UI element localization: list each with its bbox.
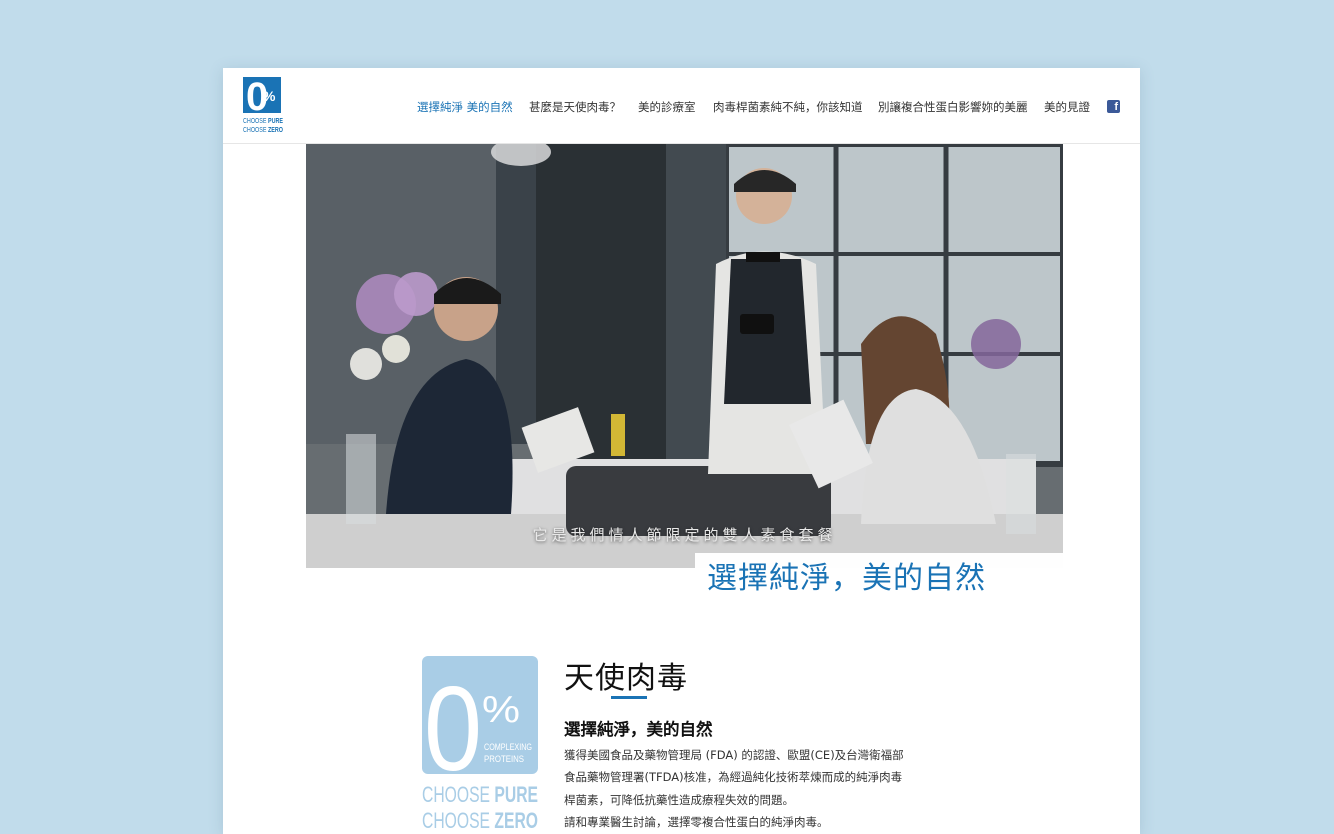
heading-underline: [611, 696, 647, 699]
video-subtitle: 它是我們情人節限定的雙人素食套餐: [532, 526, 837, 544]
nav-item-clinic[interactable]: 美的診療室: [638, 99, 696, 115]
browser-window: 0 % CHOOSE PURE CHOOSE ZERO 選擇純淨 美的自然 甚麼…: [223, 68, 1140, 834]
big-logo-choose-1: CHOOSE: [422, 782, 490, 807]
svg-text:CHOOSE PURE: CHOOSE PURE: [422, 782, 538, 807]
logo-zero-word: ZERO: [268, 127, 283, 134]
nav-item-purity[interactable]: 肉毒桿菌素純不純，你該知道: [713, 99, 863, 115]
big-logo-caption-1: COMPLEXING: [484, 742, 532, 752]
main-nav: 選擇純淨 美的自然 甚麼是天使肉毒？ 美的診療室 肉毒桿菌素純不純，你該知道 別…: [223, 99, 1140, 117]
paragraph-line-4: 請和專業醫生討論，選擇零複合性蛋白的純淨肉毒。: [564, 815, 829, 829]
site-header: 0 % CHOOSE PURE CHOOSE ZERO 選擇純淨 美的自然 甚麼…: [223, 68, 1140, 144]
nav-item-what-is[interactable]: 甚麼是天使肉毒？: [529, 99, 621, 115]
hero-banner: 選擇純淨，美的自然: [695, 553, 1063, 605]
svg-text:CHOOSE ZERO: CHOOSE ZERO: [243, 127, 283, 134]
facebook-icon[interactable]: f: [1107, 100, 1120, 113]
big-logo-pure: PURE: [494, 782, 538, 807]
nav-item-choose-pure[interactable]: 選擇純淨 美的自然: [417, 99, 513, 115]
paragraph-line-2: 食品藥物管理署(TFDA)核准，為經過純化技術萃煉而成的純淨肉毒: [564, 770, 903, 784]
logo-pure: PURE: [268, 118, 283, 125]
nav-item-testimonials[interactable]: 美的見證: [1044, 99, 1090, 115]
paragraph-line-3: 桿菌素，可降低抗藥性造成療程失效的問題。: [564, 793, 794, 807]
svg-text:CHOOSE ZERO: CHOOSE ZERO: [422, 808, 538, 833]
logo-choose-2: CHOOSE: [243, 127, 267, 134]
restaurant-scene-illustration: [306, 144, 1063, 568]
zero-percent-logo: 0 % COMPLEXING PROTEINS CHOOSE PURE CHOO…: [422, 656, 538, 833]
big-logo-zero: 0: [424, 662, 482, 796]
section-heading: 天使肉毒: [564, 661, 688, 696]
nav-item-complex-protein[interactable]: 別讓複合性蛋白影響妳的美麗: [878, 99, 1028, 115]
big-logo-choose-2: CHOOSE: [422, 808, 490, 833]
big-logo-caption-2: PROTEINS: [484, 754, 524, 764]
paragraph-line-1: 獲得美國食品及藥物管理局 (FDA) 的認證、歐盟(CE)及台灣衛福部: [564, 748, 904, 762]
section-subheading: 選擇純淨，美的自然: [564, 720, 713, 739]
logo-choose-1: CHOOSE: [243, 118, 267, 125]
big-logo-percent: %: [482, 689, 520, 731]
big-logo-zero-word: ZERO: [494, 808, 538, 833]
hero-image: 它是我們情人節限定的雙人素食套餐: [306, 144, 1063, 568]
svg-text:CHOOSE PURE: CHOOSE PURE: [243, 118, 283, 125]
